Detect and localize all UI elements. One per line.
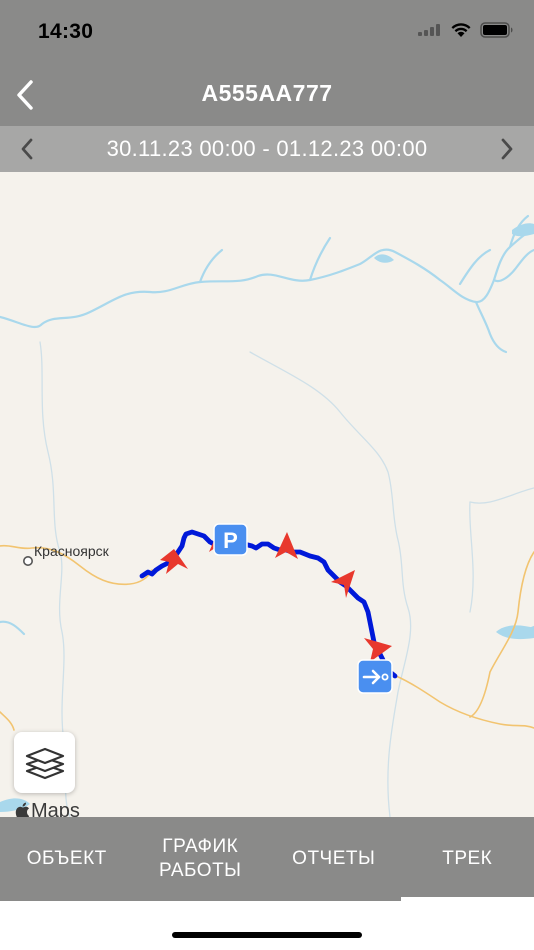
date-range-label[interactable]: 30.11.23 00:00 - 01.12.23 00:00 <box>0 136 534 162</box>
map-canvas[interactable]: Красноярск P <box>0 172 534 817</box>
wifi-icon <box>450 22 472 43</box>
water-bodies <box>0 223 534 812</box>
tab-track[interactable]: ТРЕК <box>400 817 534 901</box>
nav-bar: А555АА777 <box>0 64 534 126</box>
status-time: 14:30 <box>38 20 94 43</box>
map-view[interactable]: Красноярск P <box>0 172 534 817</box>
page-title: А555АА777 <box>201 80 333 106</box>
rivers <box>0 214 534 636</box>
map-layers-button[interactable] <box>14 732 75 793</box>
city-krasnoyarsk: Красноярск <box>22 543 110 566</box>
status-bar: 14:30 <box>0 0 534 64</box>
roads <box>0 544 534 731</box>
home-indicator[interactable] <box>172 932 362 938</box>
tab-bar: ОБЪЕКТ ГРАФИК РАБОТЫ ОТЧЕТЫ ТРЕК <box>0 817 534 901</box>
finish-marker[interactable] <box>357 659 393 694</box>
battery-icon <box>480 21 514 43</box>
home-area <box>0 901 534 950</box>
direction-arrow-icon <box>275 532 298 559</box>
direction-arrow-icon <box>160 549 188 574</box>
date-range-bar: 30.11.23 00:00 - 01.12.23 00:00 <box>0 126 534 172</box>
tab-object[interactable]: ОБЪЕКТ <box>0 817 134 901</box>
signal-icon <box>418 23 442 41</box>
track-route <box>139 529 398 679</box>
city-label: Красноярск <box>34 543 110 559</box>
parking-marker[interactable]: P <box>213 523 248 556</box>
region-borders <box>39 341 534 817</box>
status-icons <box>418 21 514 43</box>
direction-arrow-icon <box>364 638 392 662</box>
layers-icon <box>25 747 64 779</box>
chevron-right-icon <box>501 138 513 160</box>
parking-icon: P <box>223 528 238 553</box>
next-period-button[interactable] <box>490 132 524 166</box>
tab-reports[interactable]: ОТЧЕТЫ <box>267 817 401 901</box>
tab-work-schedule[interactable]: ГРАФИК РАБОТЫ <box>134 817 268 901</box>
